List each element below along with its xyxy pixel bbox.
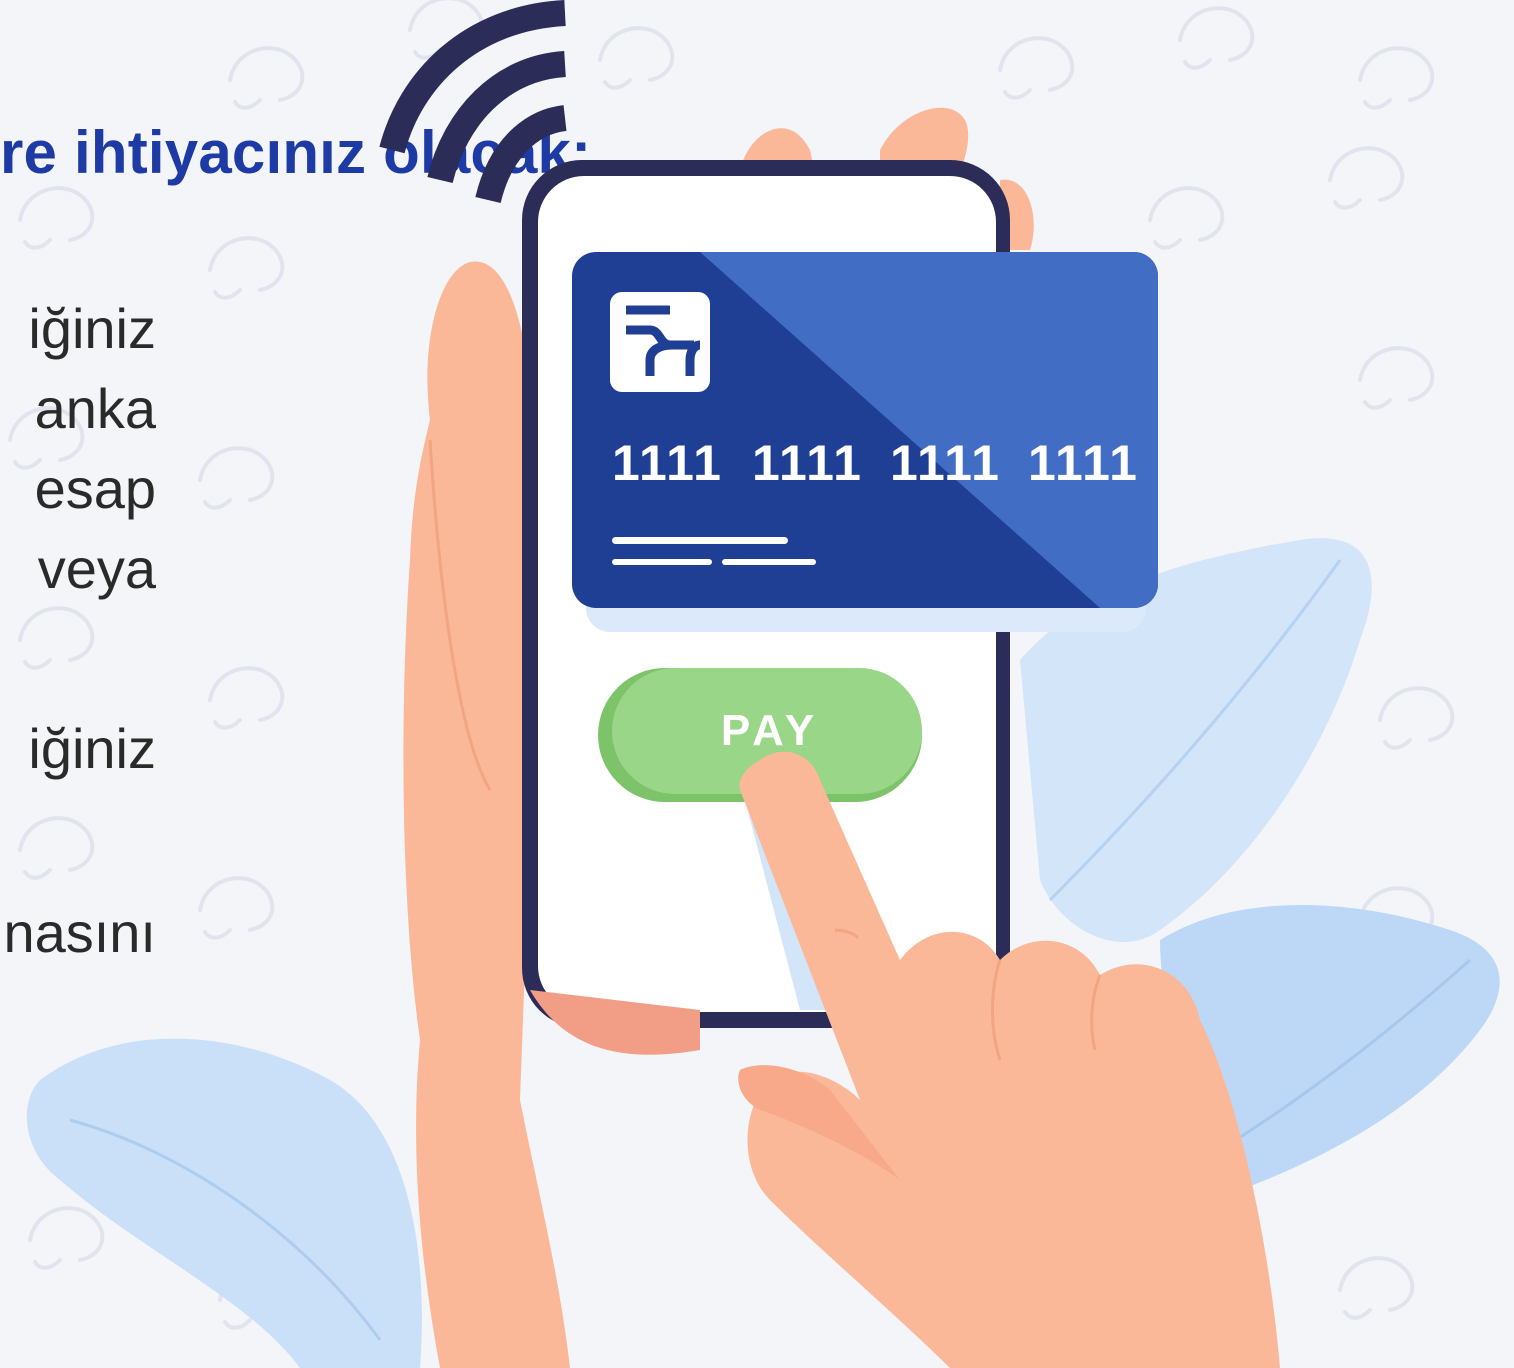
card-chip-icon bbox=[610, 292, 710, 392]
card-number-group-3: 1111 bbox=[890, 435, 1001, 491]
card-date-line-2 bbox=[722, 559, 816, 565]
pay-button-label: PAY bbox=[721, 706, 819, 755]
mobile-payment-illustration: 1111 1111 1111 1111 PAY bbox=[26, 0, 1500, 1368]
card-number-group-1: 1111 bbox=[612, 435, 723, 491]
card-number-group-2: 1111 bbox=[752, 435, 863, 491]
credit-card: 1111 1111 1111 1111 bbox=[572, 252, 1158, 632]
card-date-line-1 bbox=[612, 559, 712, 565]
contactless-waves-icon bbox=[379, 0, 568, 204]
card-name-line bbox=[612, 537, 788, 544]
card-number-group-4: 1111 bbox=[1028, 435, 1139, 491]
leaf-left bbox=[26, 1038, 422, 1368]
